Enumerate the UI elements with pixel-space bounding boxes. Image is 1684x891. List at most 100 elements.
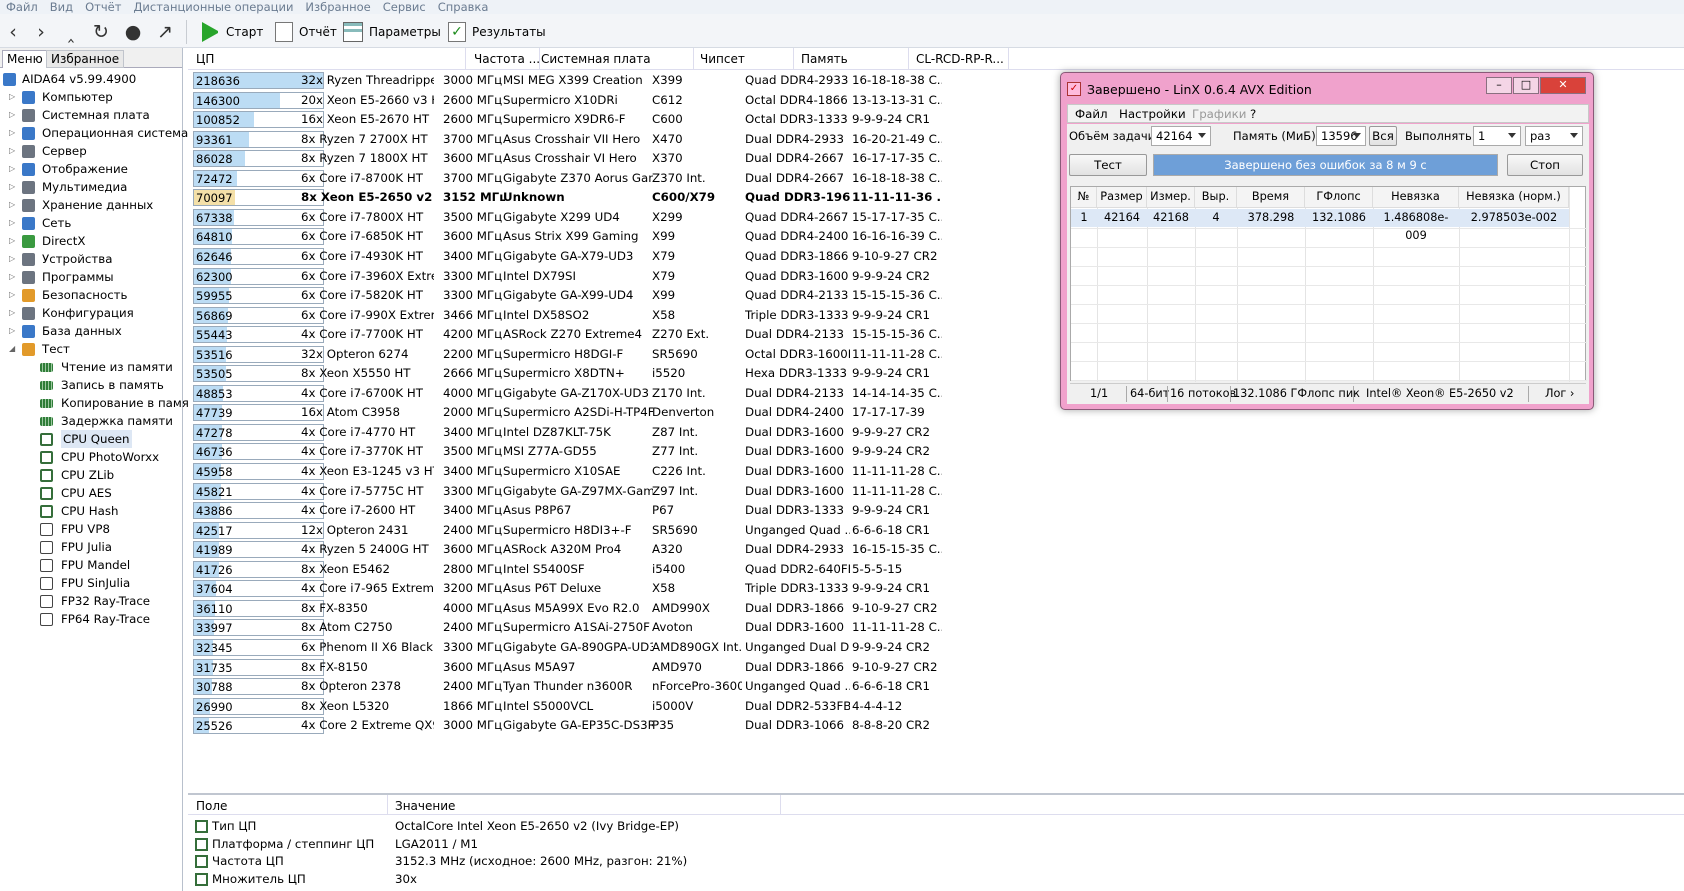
table-row[interactable]: 53516 32x Opteron 6274 2200 МГц Supermicro …: [188, 344, 1018, 365]
tree-item[interactable]: ▷ Устройства: [0, 250, 183, 268]
table-row[interactable]: 72472 6x Core i7-8700K HT 3700 МГц Gigabyte…: [188, 168, 1018, 189]
tree-item[interactable]: FP64 Ray-Trace: [0, 610, 183, 628]
start-button[interactable]: Старт: [202, 20, 263, 44]
linx-header[interactable]: Выр.: [1195, 187, 1237, 208]
expand-icon[interactable]: ▷: [9, 196, 15, 214]
table-row[interactable]: 33997 8x Atom C2750 2400 МГц Supermicro A1S…: [188, 617, 1018, 638]
table-row[interactable]: 146300 20x Xeon E5-2660 v3 HT 2600 МГц Supe…: [188, 90, 1018, 111]
tree-item[interactable]: ▷ Безопасность: [0, 286, 183, 304]
linx-header[interactable]: Время: [1237, 187, 1305, 208]
menu-item[interactable]: Избранное: [299, 1, 376, 14]
table-row[interactable]: 64810 6x Core i7-6850K HT 3600 МГц Asus Str…: [188, 226, 1018, 247]
linx-menu-graphs[interactable]: Графики: [1192, 107, 1246, 121]
header-field[interactable]: Поле: [196, 799, 227, 813]
tree-item[interactable]: CPU ZLib: [0, 466, 183, 484]
tree-item[interactable]: FP32 Ray-Trace: [0, 592, 183, 610]
collapse-icon[interactable]: ◢: [9, 340, 15, 358]
linx-menu-help[interactable]: ?: [1250, 107, 1256, 121]
table-row[interactable]: 70097 8x Xeon E5-2650 v2 HT 3152 МГцUnknow…: [188, 187, 1018, 208]
header-memory[interactable]: Память: [801, 52, 848, 66]
expand-icon[interactable]: ▷: [9, 304, 15, 322]
table-row[interactable]: 55443 4x Core i7-7700K HT 4200 МГц ASRock Z…: [188, 324, 1018, 345]
linx-header[interactable]: Измер.: [1147, 187, 1195, 208]
expand-icon[interactable]: ▷: [9, 178, 15, 196]
tree-item[interactable]: FPU Mandel: [0, 556, 183, 574]
table-row[interactable]: 41726 8x Xeon E5462 2800 МГц Intel S5400SF i…: [188, 559, 1018, 580]
table-row[interactable]: 45821 4x Core i7-5775C HT 3300 МГц Gigabyte…: [188, 481, 1018, 502]
linx-header[interactable]: №: [1071, 187, 1097, 208]
menu-item[interactable]: Отчёт: [79, 1, 127, 14]
tree-item[interactable]: ▷ Компьютер: [0, 88, 183, 106]
tree-item[interactable]: ◢ Тест: [0, 340, 183, 358]
table-row[interactable]: 48853 4x Core i7-6700K HT 4000 МГц Gigabyte…: [188, 383, 1018, 404]
table-row[interactable]: 45958 4x Xeon E3-1245 v3 HT 3400 МГц Superm…: [188, 461, 1018, 482]
user-icon[interactable]: ●: [122, 21, 144, 43]
table-row[interactable]: 93361 8x Ryzen 7 2700X HT 3700 МГц Asus Cro…: [188, 129, 1018, 150]
expand-icon[interactable]: ▷: [9, 286, 15, 304]
linx-cell[interactable]: 378.298: [1237, 209, 1305, 227]
header-cpu[interactable]: ЦП: [196, 52, 214, 66]
tree-item[interactable]: FPU SinJulia: [0, 574, 183, 592]
tree-item[interactable]: ▷ Сеть: [0, 214, 183, 232]
tree-item[interactable]: ▷ Программы: [0, 268, 183, 286]
table-row[interactable]: 47739 16x Atom C3958 2000 МГц Supermicro A2…: [188, 402, 1018, 423]
expand-icon[interactable]: ▷: [9, 160, 15, 178]
refresh-icon[interactable]: ↻: [90, 21, 112, 43]
menu-item[interactable]: Файл: [0, 1, 44, 14]
linx-header[interactable]: Невязка: [1373, 187, 1459, 208]
test-button[interactable]: Тест: [1069, 154, 1147, 176]
table-row[interactable]: 42517 12x Opteron 2431 2400 МГц Supermicro …: [188, 520, 1018, 541]
header-timings[interactable]: CL-RCD-RP-R...: [916, 52, 1004, 66]
linx-cell[interactable]: 2.978503e-002: [1459, 209, 1569, 227]
header-motherboard[interactable]: Системная плата: [541, 52, 651, 66]
linx-header[interactable]: ГФлопс: [1305, 187, 1373, 208]
tree-item[interactable]: ▷ Системная плата: [0, 106, 183, 124]
menu-item[interactable]: Сервис: [377, 1, 432, 14]
run-unit-select[interactable]: раз: [1525, 126, 1583, 146]
tree-item[interactable]: CPU AES: [0, 484, 183, 502]
task-size-select[interactable]: 42164: [1151, 126, 1211, 146]
table-row[interactable]: 53505 8x Xeon X5550 HT 2666 МГц Supermicro …: [188, 363, 1018, 384]
details-row[interactable]: Тип ЦП OctalCore Intel Xeon E5-2650 v2 (I…: [188, 817, 1088, 836]
tree-item[interactable]: CPU Queen: [0, 430, 183, 448]
tree-item[interactable]: ▷ Хранение данных: [0, 196, 183, 214]
table-row[interactable]: 30788 8x Opteron 2378 2400 МГц Tyan Thunder…: [188, 676, 1018, 697]
menu-item[interactable]: Вид: [44, 1, 79, 14]
tree-item[interactable]: ▷ Операционная система: [0, 124, 188, 142]
table-row[interactable]: 62300 6x Core i7-3960X Extrem... 3300 МГцI…: [188, 266, 1018, 287]
expand-icon[interactable]: ▷: [9, 124, 15, 142]
linx-cell[interactable]: 132.1086: [1305, 209, 1373, 227]
tree-item[interactable]: ▷ Мультимедиа: [0, 178, 183, 196]
table-row[interactable]: 62646 6x Core i7-4930K HT 3400 МГц Gigabyte…: [188, 246, 1018, 267]
report-button[interactable]: Отчёт: [275, 20, 337, 44]
tree-item[interactable]: Чтение из памяти: [0, 358, 183, 376]
table-row[interactable]: 86028 8x Ryzen 7 1800X HT 3600 МГц Asus Cro…: [188, 148, 1018, 169]
table-row[interactable]: 41989 4x Ryzen 5 2400G HT 3600 МГц ASRock A…: [188, 539, 1018, 560]
linx-header[interactable]: Невязка (норм.): [1459, 187, 1569, 208]
back-icon[interactable]: ‹: [2, 21, 24, 43]
linx-menu-settings[interactable]: Настройки: [1119, 107, 1186, 121]
expand-icon[interactable]: ▷: [9, 106, 15, 124]
tree-item[interactable]: AIDA64 v5.99.4900: [0, 70, 183, 88]
tree-item[interactable]: ▷ Отображение: [0, 160, 183, 178]
table-row[interactable]: 46736 4x Core i7-3770K HT 3500 МГц MSI Z77A…: [188, 441, 1018, 462]
tree-item[interactable]: CPU Hash: [0, 502, 183, 520]
tree-item[interactable]: FPU VP8: [0, 520, 183, 538]
details-row[interactable]: Частота ЦП 3152.3 MHz (исходное: 2600 MHz…: [188, 852, 1088, 871]
linx-cell[interactable]: 42168: [1147, 209, 1195, 227]
details-row[interactable]: Платформа / степпинг ЦП LGA2011 / M1: [188, 835, 1088, 854]
minimize-button[interactable]: –: [1486, 77, 1512, 94]
tree-item[interactable]: ▷ DirectX: [0, 232, 183, 250]
expand-icon[interactable]: ▷: [9, 250, 15, 268]
expand-icon[interactable]: ▷: [9, 268, 15, 286]
stop-button[interactable]: Стоп: [1507, 154, 1583, 176]
chart-icon[interactable]: ↗: [154, 21, 176, 43]
tree-item[interactable]: CPU PhotoWorxx: [0, 448, 183, 466]
memory-select[interactable]: 13596: [1316, 126, 1366, 146]
tree-item[interactable]: FPU Julia: [0, 538, 183, 556]
expand-icon[interactable]: ▷: [9, 322, 15, 340]
expand-icon[interactable]: ▷: [9, 232, 15, 250]
linx-header[interactable]: Размер: [1097, 187, 1147, 208]
header-frequency[interactable]: Частота ...: [474, 52, 540, 66]
maximize-button[interactable]: □: [1513, 77, 1539, 94]
